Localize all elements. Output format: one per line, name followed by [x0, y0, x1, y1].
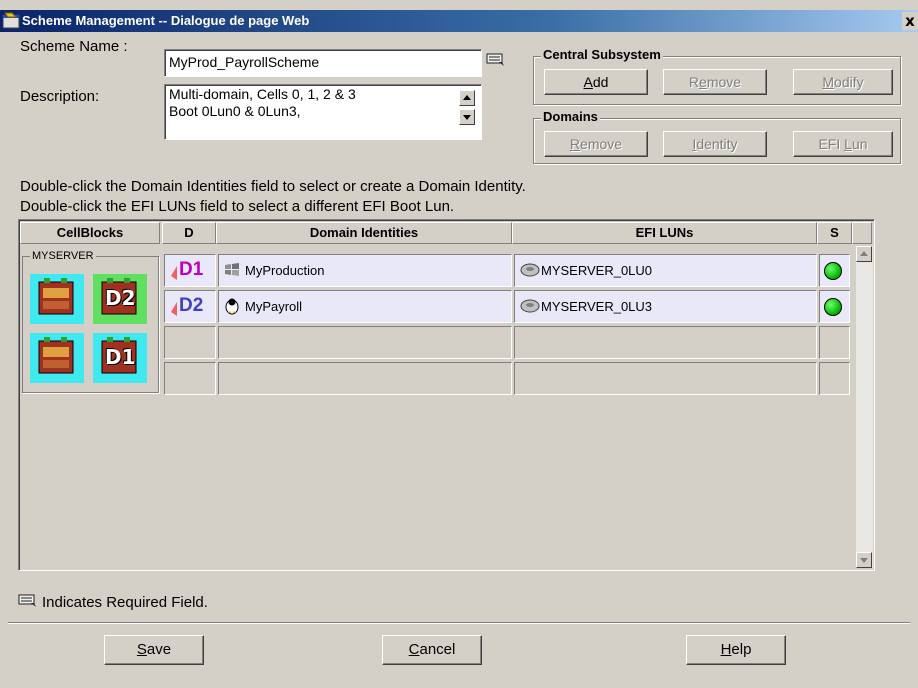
table-row-empty[interactable] [514, 362, 817, 395]
linux-penguin-icon [225, 298, 239, 315]
description-label: Description: [20, 88, 100, 105]
windows-icon [225, 263, 239, 276]
required-note: Indicates Required Field. [42, 594, 208, 611]
table-row-1-status [819, 254, 850, 287]
domains-efi-lun-button[interactable]: EFI Lun [793, 131, 893, 157]
efi-lun-name: MYSERVER_0LU3 [541, 299, 653, 314]
table-row-empty[interactable] [218, 362, 512, 395]
window-app-icon [2, 12, 20, 29]
arrow-down-icon [860, 558, 868, 563]
central-modify-button[interactable]: Modify [793, 69, 893, 95]
save-button[interactable]: Save [104, 635, 204, 665]
footer-divider [8, 622, 910, 624]
domains-remove-button[interactable]: Remove [544, 131, 648, 157]
required-field-icon [18, 594, 36, 607]
header-d: D [162, 222, 216, 244]
cellblock-0[interactable] [30, 274, 84, 324]
table-scrollbar[interactable] [856, 246, 873, 568]
table-row-empty[interactable] [819, 326, 850, 359]
scheme-name-input[interactable]: MyProd_PayrollScheme [164, 49, 482, 77]
server-name: MYSERVER [30, 250, 96, 262]
table-row-1-identity[interactable]: MyProduction [218, 254, 512, 287]
disk-icon [520, 263, 540, 277]
table-row-empty[interactable] [164, 326, 216, 359]
header-efi-luns: EFI LUNs [512, 222, 817, 244]
disk-icon [520, 299, 540, 313]
cellblock-1[interactable]: D2 [93, 274, 147, 324]
description-scroll-down-button[interactable] [459, 109, 475, 125]
status-ok-icon [824, 262, 842, 280]
table-row-2-domain[interactable]: D2 [164, 290, 216, 323]
instruction-line-2: Double-click the EFI LUNs field to selec… [20, 198, 455, 215]
scheme-name-value: MyProd_PayrollScheme [169, 54, 320, 70]
cellblock-domain-label: D1 [105, 345, 136, 369]
arrow-down-icon [463, 115, 471, 120]
domain-label: D2 [179, 295, 204, 316]
instruction-line-1: Double-click the Domain Identities field… [20, 178, 526, 195]
table-row-2-identity[interactable]: MyPayroll [218, 290, 512, 323]
cellblock-3[interactable]: D1 [93, 333, 147, 383]
table-row-empty[interactable] [819, 362, 850, 395]
description-value: Multi-domain, Cells 0, 1, 2 & 3 Boot 0Lu… [169, 86, 356, 119]
description-textarea[interactable]: Multi-domain, Cells 0, 1, 2 & 3 Boot 0Lu… [164, 84, 482, 140]
domains-identity-button[interactable]: Identity [663, 131, 767, 157]
table-row-2-efi-lun[interactable]: MYSERVER_0LU3 [514, 290, 817, 323]
table-scroll-down-button[interactable] [856, 552, 872, 568]
description-scroll-up-button[interactable] [459, 90, 475, 106]
table-scroll-up-button[interactable] [856, 246, 872, 262]
scheme-name-label: Scheme Name : [20, 38, 128, 55]
close-button[interactable]: x [902, 12, 918, 30]
table-row-1-efi-lun[interactable]: MYSERVER_0LU0 [514, 254, 817, 287]
table-row-2-status [819, 290, 850, 323]
identity-name: MyPayroll [245, 299, 303, 314]
required-field-icon [486, 53, 504, 66]
identity-name: MyProduction [245, 263, 325, 278]
central-add-button[interactable]: Add [544, 69, 648, 95]
status-ok-icon [824, 298, 842, 316]
central-subsystem-title: Central Subsystem [541, 47, 663, 62]
table-row-empty[interactable] [164, 362, 216, 395]
arrow-up-icon [860, 251, 868, 256]
domains-title: Domains [541, 109, 600, 124]
title-bar: Scheme Management -- Dialogue de page We… [0, 10, 918, 32]
table-row-empty[interactable] [218, 326, 512, 359]
help-button[interactable]: Help [686, 635, 786, 665]
cell-board-icon [38, 278, 74, 315]
header-cellblocks: CellBlocks [20, 222, 160, 244]
cell-board-icon [38, 337, 74, 374]
arrow-up-icon [463, 95, 471, 100]
table-row-empty[interactable] [514, 326, 817, 359]
cellblock-2[interactable] [30, 333, 84, 383]
header-spacer [852, 222, 872, 244]
domain-label: D1 [179, 259, 204, 280]
cellblock-domain-label: D2 [105, 286, 136, 310]
window-title: Scheme Management -- Dialogue de page We… [22, 13, 310, 28]
cancel-button[interactable]: Cancel [382, 635, 482, 665]
efi-lun-name: MYSERVER_0LU0 [541, 263, 653, 278]
header-domain-identities: Domain Identities [216, 222, 512, 244]
header-s: S [817, 222, 852, 244]
central-remove-button[interactable]: Remove [663, 69, 767, 95]
table-row-1-domain[interactable]: D1 [164, 254, 216, 287]
